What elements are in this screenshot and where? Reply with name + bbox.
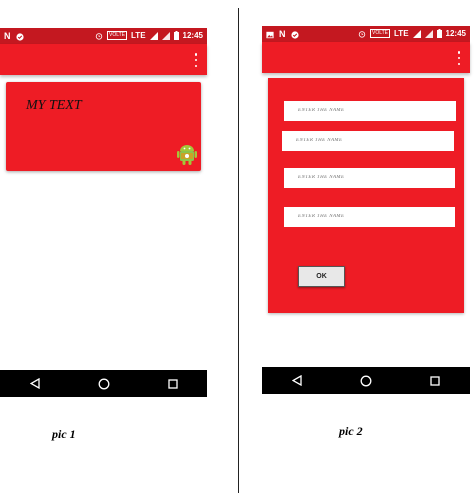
overflow-menu-icon[interactable]: [193, 53, 199, 67]
clock: 12:45: [445, 29, 466, 38]
phone-screen-1: N VOLTE LTE 12:45 MY TEXT: [0, 28, 207, 397]
caption-pic-1: pic 1: [52, 427, 76, 441]
android-robot-icon: [177, 145, 197, 165]
name-field-1[interactable]: [284, 101, 456, 121]
signal-icon: [424, 29, 433, 38]
navigation-bar: [262, 367, 470, 394]
battery-icon: [436, 29, 442, 38]
back-icon[interactable]: [25, 374, 45, 394]
check-circle-icon: [15, 32, 24, 41]
card[interactable]: MY TEXT: [6, 82, 201, 171]
volte-badge: VOLTE: [106, 31, 128, 40]
network-type: LTE: [131, 31, 146, 40]
recents-icon[interactable]: [163, 374, 183, 394]
name-field-3[interactable]: [284, 168, 455, 188]
home-icon[interactable]: [356, 371, 376, 391]
image-icon: [266, 31, 274, 38]
recents-icon[interactable]: [425, 371, 445, 391]
network-type: LTE: [394, 29, 409, 38]
app-bar: [0, 44, 207, 75]
name-field-4[interactable]: [284, 207, 455, 227]
caption-pic-2: pic 2: [339, 424, 363, 438]
app-bar: [262, 42, 470, 73]
notification-n-icon: N: [4, 31, 11, 41]
volte-badge: VOLTE: [369, 29, 391, 38]
ok-button[interactable]: OK: [298, 266, 345, 287]
back-icon[interactable]: [287, 371, 307, 391]
battery-icon: [173, 31, 179, 40]
phone-screen-2: N VOLTE LTE 12:45 OK: [262, 26, 470, 394]
form-card: OK: [268, 78, 464, 313]
signal-icon: [412, 29, 421, 38]
status-bar: N VOLTE LTE 12:45: [0, 28, 207, 44]
divider: [238, 8, 239, 493]
home-icon[interactable]: [94, 374, 114, 394]
card-text: MY TEXT: [26, 98, 82, 113]
status-bar: N VOLTE LTE 12:45: [262, 26, 470, 42]
signal-icon: [149, 31, 158, 40]
navigation-bar: [0, 370, 207, 397]
alarm-icon: [95, 32, 103, 40]
overflow-menu-icon[interactable]: [456, 51, 462, 65]
clock: 12:45: [182, 31, 203, 40]
notification-n-icon: N: [279, 29, 286, 39]
name-field-2[interactable]: [282, 131, 454, 151]
alarm-icon: [358, 30, 366, 38]
signal-icon: [161, 31, 170, 40]
check-circle-icon: [290, 30, 299, 39]
